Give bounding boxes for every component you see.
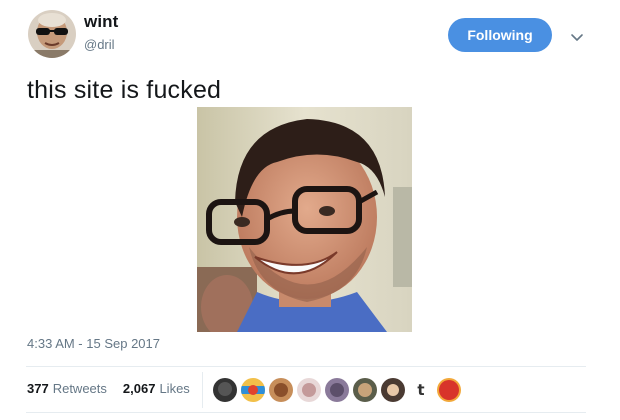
liker-avatar[interactable] (297, 378, 321, 402)
divider (26, 366, 586, 367)
likes-count[interactable]: 2,067 (123, 381, 156, 396)
author-handle[interactable]: @dril (84, 37, 115, 52)
author-name[interactable]: wint (84, 12, 118, 32)
author-avatar[interactable] (28, 10, 76, 58)
chevron-down-icon[interactable] (568, 28, 586, 46)
liker-avatar-text-logo[interactable] (437, 378, 461, 402)
engagement-stats: 377 Retweets 2,067 Likes (27, 381, 190, 396)
tweet-card: wint @dril Following this site is fucked (0, 0, 620, 420)
likes-label[interactable]: Likes (159, 381, 189, 396)
retweets-count[interactable]: 377 (27, 381, 49, 396)
divider-bottom (26, 412, 586, 413)
liker-avatars: t (213, 378, 461, 402)
liker-avatar-t[interactable]: t (409, 378, 433, 402)
stats-separator (202, 372, 203, 408)
liker-avatar[interactable] (269, 378, 293, 402)
tweet-text: this site is fucked (27, 76, 222, 104)
liker-avatar[interactable] (213, 378, 237, 402)
liker-avatar[interactable] (241, 378, 265, 402)
liker-avatar[interactable] (381, 378, 405, 402)
liker-avatar[interactable] (353, 378, 377, 402)
tweet-photo[interactable] (197, 107, 412, 332)
tweet-timestamp[interactable]: 4:33 AM - 15 Sep 2017 (27, 336, 160, 351)
following-button[interactable]: Following (448, 18, 552, 52)
retweets-label[interactable]: Retweets (53, 381, 107, 396)
liker-avatar[interactable] (325, 378, 349, 402)
